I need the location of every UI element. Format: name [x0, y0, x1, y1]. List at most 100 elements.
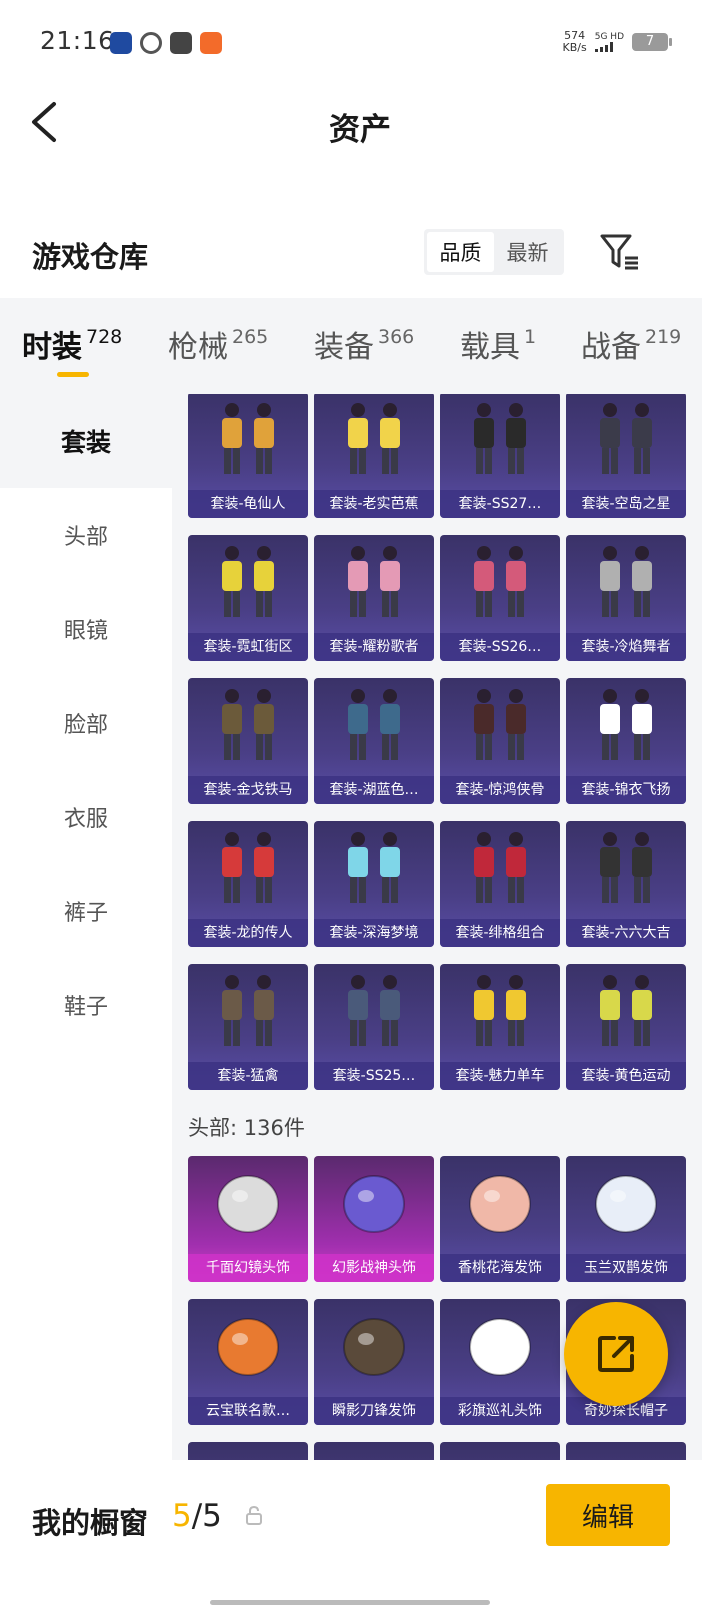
item-thumbnail: [314, 1299, 434, 1393]
item-thumbnail: [188, 394, 308, 486]
item-name: 套装-霓虹街区: [188, 633, 308, 661]
tab-count: 366: [378, 326, 415, 348]
item-thumbnail: [566, 678, 686, 772]
item-card[interactable]: 套装-龟仙人: [188, 394, 308, 518]
sort-quality-button[interactable]: 品质: [427, 232, 494, 272]
item-name: 套装-SS27…: [440, 490, 560, 518]
item-card[interactable]: 套装-魅力单车: [440, 964, 560, 1090]
item-card[interactable]: 瞬影刀锋发饰: [314, 1299, 434, 1425]
item-card[interactable]: [566, 1442, 686, 1460]
item-card[interactable]: 玉兰双鹊发饰: [566, 1156, 686, 1282]
app-notification-icon: [200, 32, 222, 54]
item-card[interactable]: 套装-SS27…: [440, 394, 560, 518]
tab-gear[interactable]: 战备 219: [581, 322, 681, 366]
tab-count: 265: [232, 326, 269, 348]
sidebar-item-suits[interactable]: 套装: [0, 394, 172, 488]
signal-indicator: 5G HD: [594, 32, 624, 52]
item-card[interactable]: 套装-老实芭蕉: [314, 394, 434, 518]
item-thumbnail: [314, 1156, 434, 1250]
item-thumbnail: [566, 821, 686, 915]
sort-newest-button[interactable]: 最新: [494, 232, 561, 272]
item-thumbnail: [314, 964, 434, 1058]
item-name: 套装-SS26…: [440, 633, 560, 661]
item-name: 千面幻镜头饰: [188, 1254, 308, 1282]
item-grid: 套装-龟仙人 套装-老实芭蕉 套装-SS27… 套装-空岛之星套装-霓虹街区 套装-耀粉…: [172, 394, 702, 1460]
battery-icon: 7: [632, 33, 672, 51]
item-thumbnail: [440, 394, 560, 486]
item-name: 香桃花海发饰: [440, 1254, 560, 1282]
sidebar-item-clothes[interactable]: 衣服: [0, 770, 172, 864]
item-card[interactable]: 套装-空岛之星: [566, 394, 686, 518]
item-card[interactable]: 彩旗巡礼头饰: [440, 1299, 560, 1425]
item-card[interactable]: [188, 1442, 308, 1460]
item-card[interactable]: 套装-SS25…: [314, 964, 434, 1090]
tab-fashion[interactable]: 时装 728: [22, 322, 122, 366]
tab-equipment[interactable]: 装备 366: [314, 322, 414, 366]
item-thumbnail: [188, 1156, 308, 1250]
sidebar-item-glasses[interactable]: 眼镜: [0, 582, 172, 676]
tab-label: 载具: [460, 330, 520, 365]
app-notification-icon: [170, 32, 192, 54]
item-card[interactable]: 套装-绯格组合: [440, 821, 560, 947]
sidebar-item-head[interactable]: 头部: [0, 488, 172, 582]
item-card[interactable]: 千面幻镜头饰: [188, 1156, 308, 1282]
item-card[interactable]: 香桃花海发饰: [440, 1156, 560, 1282]
item-card[interactable]: 套装-龙的传人: [188, 821, 308, 947]
item-card[interactable]: 套装-锦衣飞扬: [566, 678, 686, 804]
item-card[interactable]: 套装-湖蓝色…: [314, 678, 434, 804]
net-speed-unit: KB/s: [562, 41, 587, 54]
status-right: 574 KB/s 5G HD 7: [563, 30, 672, 54]
item-card[interactable]: 套装-冷焰舞者: [566, 535, 686, 661]
home-indicator: [210, 1600, 490, 1605]
item-thumbnail: [566, 1156, 686, 1250]
showcase-total: /5: [191, 1498, 222, 1534]
showcase-label: 我的橱窗: [32, 1506, 149, 1540]
item-card[interactable]: 套装-黄色运动: [566, 964, 686, 1090]
item-card[interactable]: 套装-SS26…: [440, 535, 560, 661]
signal-bars-icon: [594, 42, 624, 52]
item-thumbnail: [188, 964, 308, 1058]
item-thumbnail: [188, 821, 308, 915]
item-name: 套装-空岛之星: [566, 490, 686, 518]
tab-label: 时装: [22, 330, 82, 365]
item-name: 套装-锦衣飞扬: [566, 776, 686, 804]
net-speed: 574 KB/s: [563, 30, 587, 54]
page-title: 资产: [329, 112, 391, 148]
item-card[interactable]: 套装-深海梦境: [314, 821, 434, 947]
item-thumbnail: [314, 821, 434, 915]
tab-vehicles[interactable]: 载具 1: [460, 322, 536, 366]
status-time: 21:16: [40, 26, 115, 55]
sidebar-item-pants[interactable]: 裤子: [0, 864, 172, 958]
item-card[interactable]: 套装-霓虹街区: [188, 535, 308, 661]
item-card[interactable]: 套装-耀粉歌者: [314, 535, 434, 661]
item-thumbnail: [440, 678, 560, 772]
item-card[interactable]: [314, 1442, 434, 1460]
filter-button[interactable]: [598, 232, 642, 272]
item-card[interactable]: 幻影战神头饰: [314, 1156, 434, 1282]
app-notification-icon: [110, 32, 132, 54]
tab-label: 装备: [314, 330, 374, 365]
item-card[interactable]: 套装-猛禽: [188, 964, 308, 1090]
item-card[interactable]: 套装-六六大吉: [566, 821, 686, 947]
item-name: 套装-魅力单车: [440, 1062, 560, 1090]
item-name: 套装-金戈铁马: [188, 776, 308, 804]
tab-count: 219: [645, 326, 682, 348]
tab-guns[interactable]: 枪械 265: [168, 322, 268, 366]
item-card[interactable]: 套装-金戈铁马: [188, 678, 308, 804]
item-name: 套装-六六大吉: [566, 919, 686, 947]
tab-count: 1: [524, 326, 537, 348]
share-button[interactable]: [564, 1302, 668, 1406]
item-name: 套装-SS25…: [314, 1062, 434, 1090]
item-name: 套装-深海梦境: [314, 919, 434, 947]
item-card[interactable]: [440, 1442, 560, 1460]
item-thumbnail: [566, 535, 686, 629]
item-thumbnail: [440, 1299, 560, 1393]
edit-button[interactable]: 编辑: [546, 1484, 670, 1546]
section-title: 游戏仓库: [32, 240, 149, 274]
sidebar-item-face[interactable]: 脸部: [0, 676, 172, 770]
item-card[interactable]: 云宝联名款…: [188, 1299, 308, 1425]
head-group-label: 头部: 136件: [188, 1116, 305, 1140]
item-thumbnail: [440, 821, 560, 915]
sidebar-item-shoes[interactable]: 鞋子: [0, 958, 172, 1052]
item-card[interactable]: 套装-惊鸿侠骨: [440, 678, 560, 804]
